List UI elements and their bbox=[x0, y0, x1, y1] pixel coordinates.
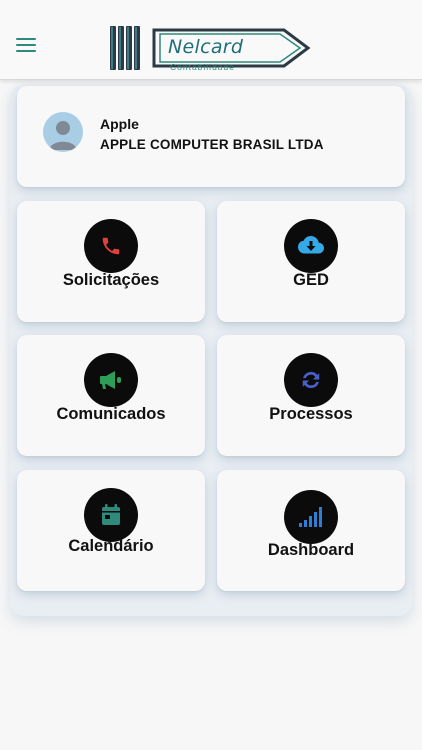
phone-icon bbox=[84, 219, 138, 273]
tile-label: Comunicados bbox=[56, 405, 166, 423]
logo-name: Nelcard bbox=[168, 36, 244, 58]
tile-label: Solicitações bbox=[62, 271, 160, 289]
tile-dashboard[interactable]: Dashboard bbox=[217, 470, 405, 591]
profile-name: Apple bbox=[100, 116, 139, 132]
cloud-download-icon bbox=[284, 219, 338, 273]
app-screen: Nelcard Contabilidade Apple APPLE COMPUT… bbox=[0, 0, 422, 750]
hamburger-menu-icon[interactable] bbox=[16, 38, 40, 58]
user-avatar-icon bbox=[43, 112, 83, 152]
tile-ged[interactable]: GED bbox=[217, 201, 405, 322]
logo-subtitle: Contabilidade bbox=[170, 62, 235, 72]
tile-calendario[interactable]: Calendário bbox=[17, 470, 205, 591]
tile-processos[interactable]: Processos bbox=[217, 335, 405, 456]
tile-label: Processos bbox=[269, 405, 353, 423]
nelcard-logo: Nelcard Contabilidade bbox=[108, 24, 314, 74]
profile-card[interactable]: Apple APPLE COMPUTER BRASIL LTDA bbox=[17, 86, 405, 187]
tile-solicitacoes[interactable]: Solicitações bbox=[17, 201, 205, 322]
tile-label: Dashboard bbox=[267, 541, 355, 559]
tile-label: GED bbox=[293, 271, 329, 289]
tile-label: Calendário bbox=[68, 537, 154, 555]
app-header: Nelcard Contabilidade bbox=[0, 0, 422, 80]
megaphone-icon bbox=[84, 353, 138, 407]
sync-icon bbox=[284, 353, 338, 407]
signal-bars-icon bbox=[284, 490, 338, 544]
calendar-icon bbox=[84, 488, 138, 542]
tile-comunicados[interactable]: Comunicados bbox=[17, 335, 205, 456]
profile-company: APPLE COMPUTER BRASIL LTDA bbox=[100, 137, 324, 152]
